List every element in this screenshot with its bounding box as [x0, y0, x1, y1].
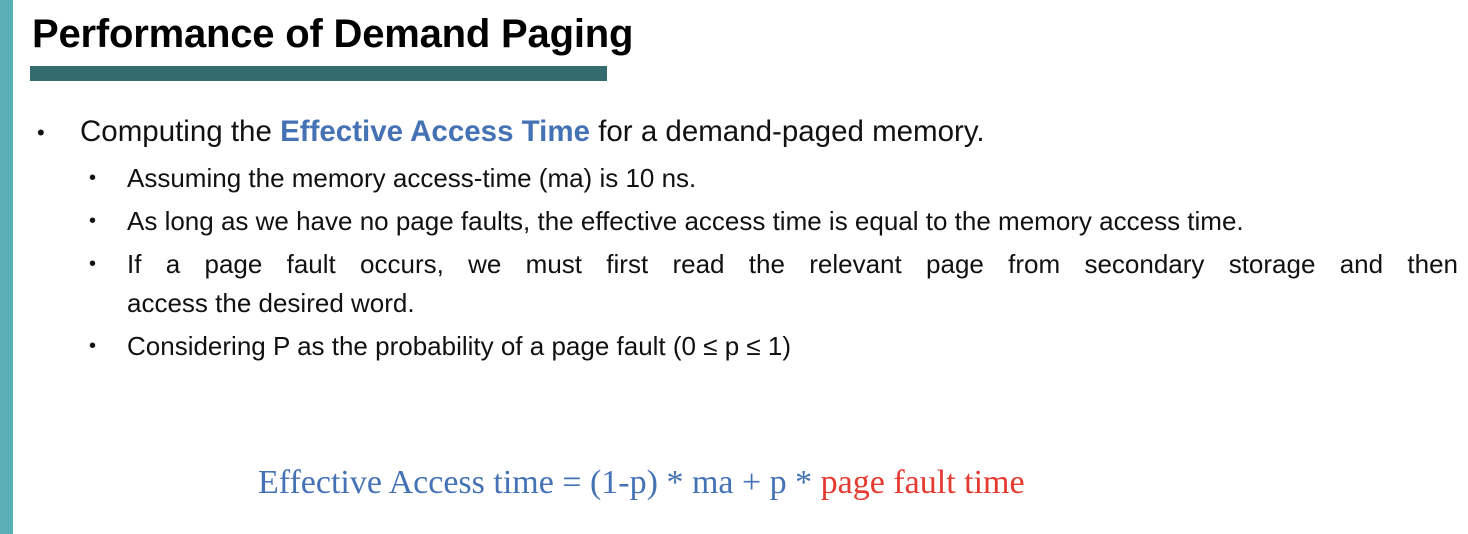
- bullet-list: • Computing the Effective Access Time fo…: [0, 0, 1468, 534]
- bullet-dot-icon: •: [89, 167, 97, 189]
- sub-bullet-1: Assuming the memory access-time (ma) is …: [127, 163, 697, 193]
- sub-bullet-2: As long as we have no page faults, the e…: [127, 206, 1244, 236]
- sub-bullet-3: If a page fault occurs, we must first re…: [127, 249, 1458, 279]
- bullet-dot-icon: •: [89, 335, 97, 357]
- sub-bullet-4: Considering P as the probability of a pa…: [127, 331, 792, 361]
- sub-bullet-3-continuation: access the desired word.: [127, 288, 415, 318]
- bullet-main-prefix: Computing the: [80, 115, 281, 148]
- bullet-dot-icon: •: [37, 120, 45, 145]
- bullet-main-highlight: Effective Access Time: [280, 115, 590, 148]
- bullet-dot-icon: •: [89, 210, 97, 232]
- bullet-main-suffix: for a demand-paged memory.: [590, 115, 985, 148]
- bullet-dot-icon: •: [89, 253, 97, 275]
- formula-blue-part: Effective Access time = (1-p) * ma + p *: [258, 464, 821, 501]
- formula-red-part: page fault time: [820, 464, 1025, 501]
- bullet-main: Computing the Effective Access Time for …: [80, 112, 985, 152]
- eat-formula: Effective Access time = (1-p) * ma + p *…: [258, 461, 1025, 505]
